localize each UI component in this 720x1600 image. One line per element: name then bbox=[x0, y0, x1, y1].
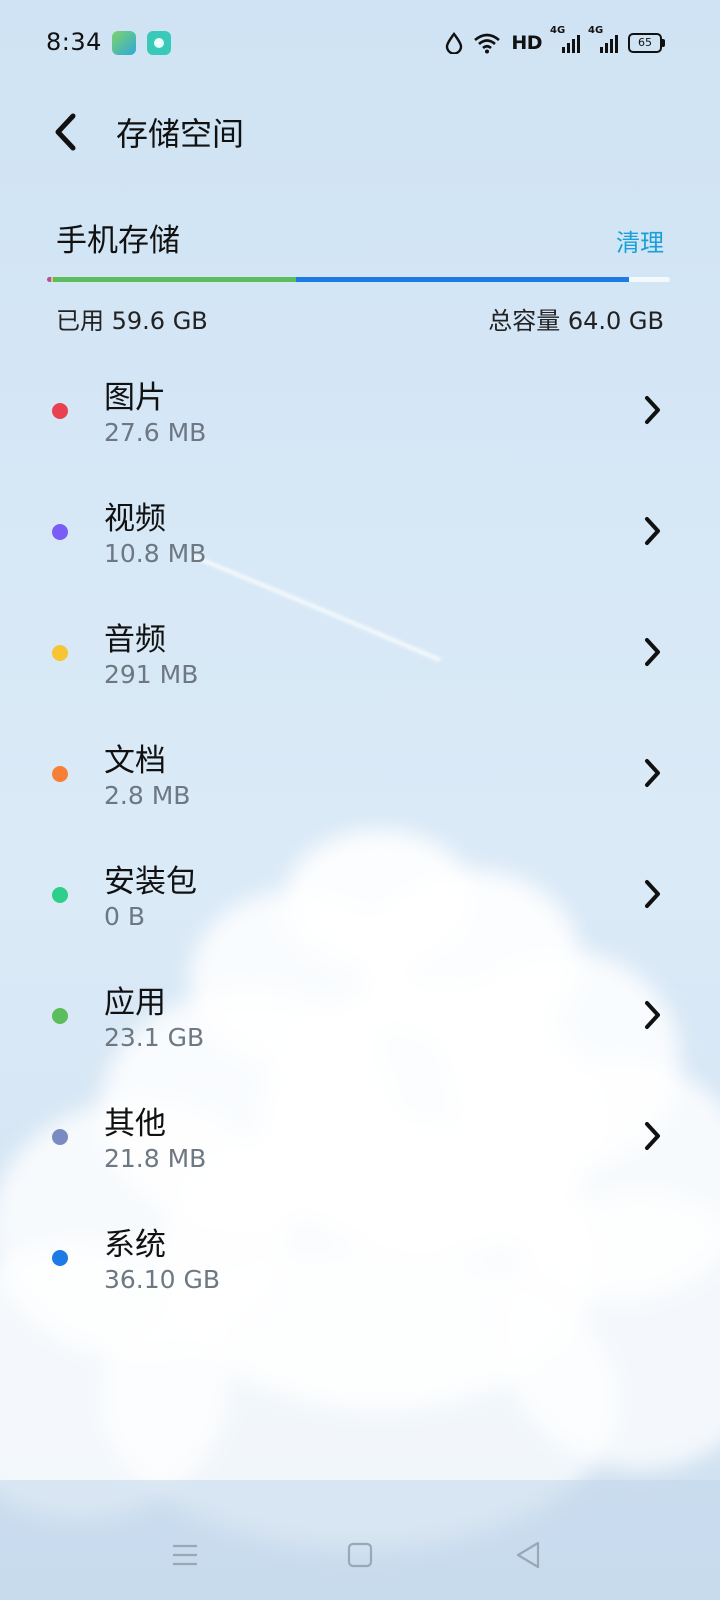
category-size: 10.8 MB bbox=[104, 539, 207, 568]
category-color-dot bbox=[52, 887, 68, 903]
menu-icon bbox=[173, 1544, 197, 1566]
home-button[interactable] bbox=[335, 1530, 385, 1580]
hd-indicator: HD bbox=[511, 32, 542, 54]
home-icon bbox=[347, 1542, 373, 1568]
chevron-right-icon bbox=[645, 880, 660, 908]
chevron-right-icon bbox=[645, 396, 660, 424]
category-item[interactable]: 文档 2.8 MB bbox=[0, 713, 720, 834]
navigation-bar bbox=[0, 1510, 720, 1600]
chevron-right-icon bbox=[645, 517, 660, 545]
category-name: 安装包 bbox=[104, 864, 197, 900]
header: 存储空间 bbox=[0, 95, 720, 167]
category-item[interactable]: 系统 36.10 GB bbox=[0, 1197, 720, 1318]
category-name: 视频 bbox=[104, 501, 166, 537]
page-title: 存储空间 bbox=[116, 115, 245, 153]
signal-icon: 4G bbox=[550, 25, 580, 53]
category-size: 23.1 GB bbox=[104, 1023, 205, 1052]
category-color-dot bbox=[52, 1008, 68, 1024]
water-drop-icon bbox=[446, 32, 463, 54]
category-name: 其他 bbox=[104, 1106, 166, 1142]
category-name: 系统 bbox=[104, 1227, 166, 1263]
chevron-right-icon bbox=[645, 638, 660, 666]
category-item[interactable]: 视频 10.8 MB bbox=[0, 471, 720, 592]
category-item[interactable]: 音频 291 MB bbox=[0, 592, 720, 713]
menu-button[interactable] bbox=[160, 1530, 210, 1580]
chevron-right-icon bbox=[645, 1001, 660, 1029]
back-button[interactable] bbox=[40, 107, 90, 157]
category-color-dot bbox=[52, 645, 68, 661]
back-triangle-icon bbox=[516, 1541, 540, 1569]
total-capacity-label: 总容量 64.0 GB bbox=[488, 307, 664, 335]
status-time: 8:34 bbox=[46, 28, 102, 56]
wifi-icon bbox=[474, 33, 501, 54]
signal-icon-2: 4G bbox=[588, 25, 618, 53]
category-color-dot bbox=[52, 1250, 68, 1266]
category-size: 0 B bbox=[104, 902, 146, 931]
category-name: 图片 bbox=[104, 380, 166, 416]
chevron-left-icon bbox=[55, 113, 76, 151]
category-color-dot bbox=[52, 1129, 68, 1145]
category-color-dot bbox=[52, 403, 68, 419]
status-bar: 8:34 HD 4G 4G 65 bbox=[0, 0, 720, 88]
category-list: 图片 27.6 MB 视频 10.8 MB 音频 291 MB 文档 2.8 MB 安装包 0 B… bbox=[0, 350, 720, 1318]
status-icons: HD 4G 4G 65 bbox=[445, 25, 665, 58]
clean-button[interactable]: 清理 bbox=[616, 223, 664, 258]
chevron-right-icon bbox=[645, 1122, 660, 1150]
category-item[interactable]: 图片 27.6 MB bbox=[0, 350, 720, 471]
category-name: 音频 bbox=[104, 622, 166, 658]
chevron-right-icon bbox=[645, 759, 660, 787]
category-size: 27.6 MB bbox=[104, 418, 207, 447]
category-item[interactable]: 其他 21.8 MB bbox=[0, 1076, 720, 1197]
category-color-dot bbox=[52, 524, 68, 540]
used-storage-label: 已用 59.6 GB bbox=[56, 307, 208, 335]
category-size: 2.8 MB bbox=[104, 781, 191, 810]
category-color-dot bbox=[52, 766, 68, 782]
app-notification-icon-2 bbox=[147, 31, 171, 55]
category-size: 36.10 GB bbox=[104, 1265, 221, 1294]
category-name: 应用 bbox=[104, 985, 166, 1021]
category-name: 文档 bbox=[104, 743, 166, 779]
section-title: 手机存储 bbox=[56, 223, 180, 259]
usage-segment bbox=[296, 277, 630, 282]
category-item[interactable]: 安装包 0 B bbox=[0, 834, 720, 955]
app-notification-icon bbox=[112, 31, 136, 55]
category-size: 21.8 MB bbox=[104, 1144, 207, 1173]
usage-segment bbox=[53, 277, 297, 282]
nav-back-button[interactable] bbox=[503, 1530, 553, 1580]
storage-usage-bar bbox=[47, 277, 670, 282]
battery-icon: 65 bbox=[628, 33, 665, 53]
category-item[interactable]: 应用 23.1 GB bbox=[0, 955, 720, 1076]
category-size: 291 MB bbox=[104, 660, 199, 689]
